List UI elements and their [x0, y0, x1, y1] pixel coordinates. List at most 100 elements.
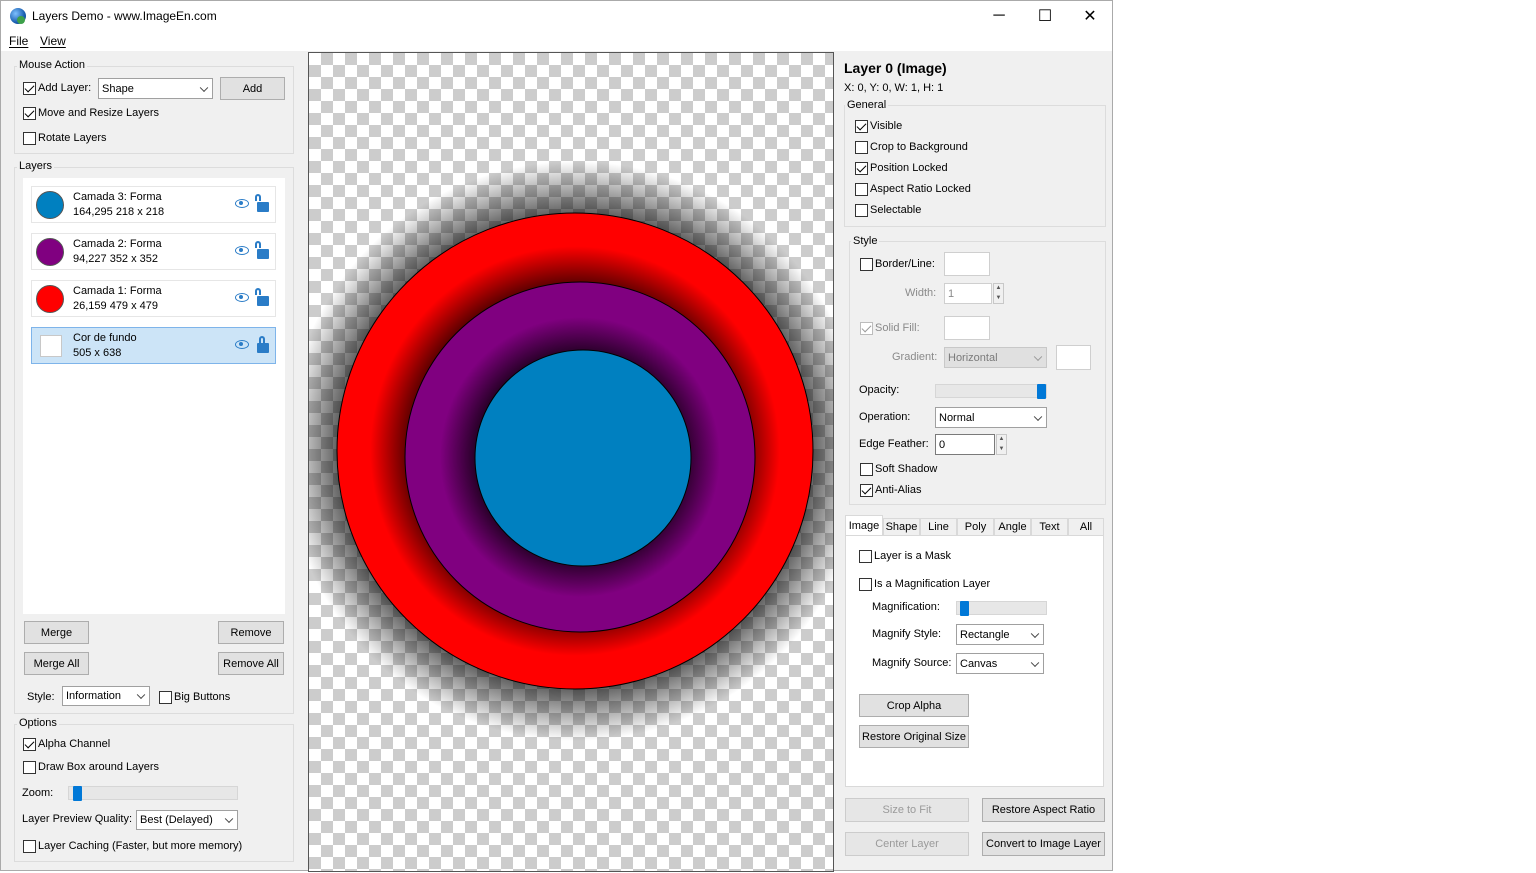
soft-shadow-label: Soft Shadow: [875, 463, 938, 475]
magnify-style-select[interactable]: Rectangle: [956, 624, 1044, 645]
magnification-slider[interactable]: [956, 601, 1047, 616]
width-label: Width:: [905, 287, 937, 299]
edge-feather-input[interactable]: 0: [935, 434, 995, 455]
app-window: Layers Demo - www.ImageEn.com ─ ☐ ✕ File…: [0, 0, 1113, 872]
layers-list[interactable]: Camada 3: Forma 164,295 218 x 218 Camada…: [23, 178, 285, 614]
layer-info: 26,159 479 x 479: [73, 300, 159, 312]
draw-box-label: Draw Box around Layers: [38, 761, 160, 773]
remove-all-button[interactable]: Remove All: [218, 652, 284, 675]
restore-original-size-button[interactable]: Restore Original Size: [859, 725, 969, 748]
width-spinner[interactable]: ▲ ▼: [993, 283, 1004, 304]
unlock-icon[interactable]: [255, 194, 269, 212]
visible-checkbox[interactable]: [855, 120, 868, 133]
add-layer-label: Add Layer:: [38, 82, 92, 94]
tab-text[interactable]: Text: [1031, 518, 1068, 535]
crop-background-label: Crop to Background: [870, 141, 968, 153]
tab-image[interactable]: Image: [845, 515, 883, 536]
merge-button[interactable]: Merge: [24, 621, 89, 644]
add-layer-checkbox[interactable]: [23, 82, 36, 95]
unlock-icon[interactable]: [255, 241, 269, 259]
tab-poly[interactable]: Poly: [957, 518, 994, 535]
layer-color-swatch: [36, 191, 64, 219]
style-title: Style: [851, 235, 880, 247]
menu-view[interactable]: View: [40, 34, 66, 48]
unlock-icon[interactable]: [255, 288, 269, 306]
app-globe-icon: [10, 8, 26, 24]
opacity-slider[interactable]: [935, 384, 1047, 399]
position-locked-label: Position Locked: [870, 162, 948, 174]
gradient-value: Horizontal: [948, 351, 998, 364]
layer-mask-checkbox[interactable]: [859, 550, 872, 563]
aspect-locked-checkbox[interactable]: [855, 183, 868, 196]
magnification-label: Magnification:: [872, 601, 940, 613]
operation-select[interactable]: Normal: [935, 407, 1047, 428]
minimize-button[interactable]: ─: [976, 1, 1022, 31]
convert-to-image-layer-button[interactable]: Convert to Image Layer: [982, 832, 1105, 856]
position-locked-checkbox[interactable]: [855, 162, 868, 175]
eye-icon[interactable]: [235, 199, 249, 208]
merge-all-button[interactable]: Merge All: [24, 652, 89, 675]
alpha-channel-label: Alpha Channel: [38, 738, 111, 750]
magnification-layer-checkbox[interactable]: [859, 578, 872, 591]
magnify-source-select[interactable]: Canvas: [956, 653, 1044, 674]
fill-color-swatch[interactable]: [944, 316, 990, 340]
lock-icon[interactable]: [257, 336, 269, 353]
magnify-style-value: Rectangle: [960, 628, 1010, 641]
gradient-select[interactable]: Horizontal: [944, 347, 1047, 368]
tab-line[interactable]: Line: [920, 518, 957, 535]
big-buttons-checkbox[interactable]: [159, 691, 172, 704]
layer-item[interactable]: Camada 1: Forma 26,159 479 x 479: [31, 280, 276, 317]
size-to-fit-button[interactable]: Size to Fit: [845, 798, 969, 822]
maximize-button[interactable]: ☐: [1022, 1, 1068, 31]
gradient-color-swatch[interactable]: [1056, 345, 1091, 370]
general-title: General: [845, 99, 889, 111]
image-canvas[interactable]: [308, 52, 834, 872]
draw-box-checkbox[interactable]: [23, 761, 36, 774]
soft-shadow-checkbox[interactable]: [860, 463, 873, 476]
border-line-checkbox[interactable]: [860, 258, 873, 271]
layer-3-circle[interactable]: [474, 349, 692, 567]
layer-color-swatch: [40, 335, 62, 357]
eye-icon[interactable]: [235, 340, 249, 349]
layer-type-select[interactable]: Shape: [98, 78, 213, 99]
tab-angle[interactable]: Angle: [994, 518, 1031, 535]
layer-info: 94,227 352 x 352: [73, 253, 159, 265]
eye-icon[interactable]: [235, 293, 249, 302]
width-input[interactable]: 1: [944, 283, 992, 304]
anti-alias-checkbox[interactable]: [860, 484, 873, 497]
layer-item-selected[interactable]: Cor de fundo 505 x 638: [31, 327, 276, 364]
alpha-channel-checkbox[interactable]: [23, 738, 36, 751]
solid-fill-label: Solid Fill:: [875, 322, 920, 334]
menu-file[interactable]: File: [9, 34, 28, 48]
remove-button[interactable]: Remove: [218, 621, 284, 644]
eye-icon[interactable]: [235, 246, 249, 255]
menu-bar: File View: [1, 31, 1112, 51]
move-resize-checkbox[interactable]: [23, 107, 36, 120]
edge-feather-spinner[interactable]: ▲ ▼: [996, 434, 1007, 455]
selectable-checkbox[interactable]: [855, 204, 868, 217]
preview-quality-select[interactable]: Best (Delayed): [136, 810, 238, 830]
opacity-slider-thumb[interactable]: [1037, 384, 1046, 399]
visible-label: Visible: [870, 120, 903, 132]
border-color-swatch[interactable]: [944, 252, 990, 276]
zoom-slider[interactable]: [68, 786, 238, 801]
crop-alpha-button[interactable]: Crop Alpha: [859, 694, 969, 717]
magnification-slider-thumb[interactable]: [960, 601, 969, 616]
layer-item[interactable]: Camada 3: Forma 164,295 218 x 218: [31, 186, 276, 223]
add-button[interactable]: Add: [220, 77, 285, 100]
tab-shape[interactable]: Shape: [883, 518, 920, 535]
solid-fill-checkbox[interactable]: [860, 322, 873, 335]
restore-aspect-ratio-button[interactable]: Restore Aspect Ratio: [982, 798, 1105, 822]
center-layer-button[interactable]: Center Layer: [845, 832, 969, 856]
magnify-source-label: Magnify Source:: [872, 657, 952, 669]
zoom-slider-thumb[interactable]: [73, 786, 82, 801]
anti-alias-label: Anti-Alias: [875, 484, 922, 496]
layer-item[interactable]: Camada 2: Forma 94,227 352 x 352: [31, 233, 276, 270]
crop-background-checkbox[interactable]: [855, 141, 868, 154]
layer-caching-checkbox[interactable]: [23, 840, 36, 853]
layer-color-swatch: [36, 285, 64, 313]
tab-all[interactable]: All: [1068, 518, 1104, 535]
close-button[interactable]: ✕: [1067, 1, 1113, 31]
list-style-select[interactable]: Information: [62, 686, 150, 706]
rotate-layers-checkbox[interactable]: [23, 132, 36, 145]
